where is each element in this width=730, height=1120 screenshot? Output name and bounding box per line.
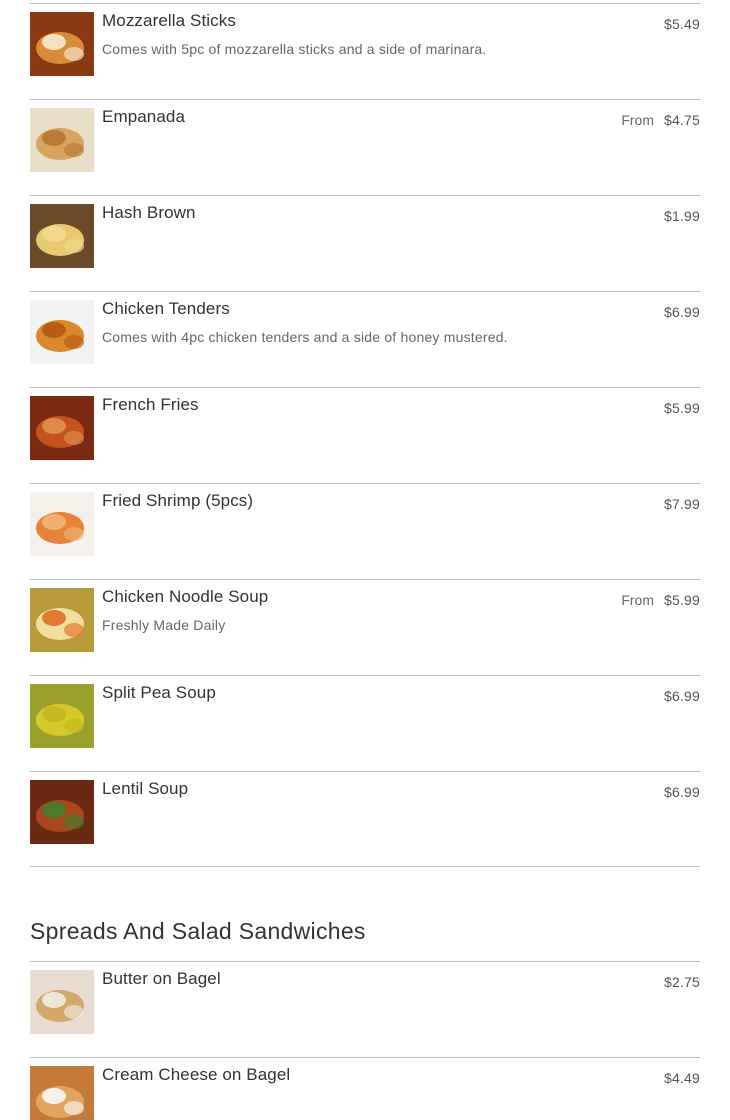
menu-item[interactable]: Empanada From $4.75 xyxy=(30,99,700,195)
item-price: $7.99 xyxy=(663,496,700,512)
item-name[interactable]: French Fries xyxy=(102,395,199,415)
menu-item[interactable]: Fried Shrimp (5pcs) $7.99 xyxy=(30,483,700,579)
menu-list-spreads: Butter on Bagel $2.75 Cream Cheese on Bage… xyxy=(30,961,700,1120)
item-description: Freshly Made Daily xyxy=(102,617,226,633)
item-price: $6.99 xyxy=(663,688,700,704)
item-photo[interactable] xyxy=(30,970,94,1034)
item-photo[interactable] xyxy=(30,684,94,748)
menu-item[interactable]: Hash Brown $1.99 xyxy=(30,195,700,291)
menu-item[interactable]: Mozzarella Sticks Comes with 5pc of mozza… xyxy=(30,3,700,99)
menu-list: Mozzarella Sticks Comes with 5pc of mozza… xyxy=(30,3,700,867)
item-photo[interactable] xyxy=(30,396,94,460)
menu-item[interactable]: Cream Cheese on Bagel $4.49 xyxy=(30,1057,700,1120)
item-price: $5.99 xyxy=(663,592,700,608)
item-price: $5.99 xyxy=(663,400,700,416)
item-name[interactable]: Cream Cheese on Bagel xyxy=(102,1065,290,1085)
price-from-label: From xyxy=(621,112,654,128)
item-photo[interactable] xyxy=(30,300,94,364)
menu-item[interactable]: Chicken Noodle Soup Freshly Made Daily Fro… xyxy=(30,579,700,675)
item-name[interactable]: Mozzarella Sticks xyxy=(102,11,236,31)
item-price: $6.99 xyxy=(663,784,700,800)
item-name[interactable]: Split Pea Soup xyxy=(102,683,216,703)
item-price: $2.75 xyxy=(663,974,700,990)
item-photo[interactable] xyxy=(30,12,94,76)
menu-item[interactable]: Lentil Soup $6.99 xyxy=(30,771,700,867)
price-from-label: From xyxy=(621,592,654,608)
item-photo[interactable] xyxy=(30,1066,94,1120)
section-title: Spreads And Salad Sandwiches xyxy=(30,918,366,944)
item-name[interactable]: Fried Shrimp (5pcs) xyxy=(102,491,253,511)
item-name[interactable]: Chicken Noodle Soup xyxy=(102,587,268,607)
item-price: $1.99 xyxy=(663,208,700,224)
item-photo[interactable] xyxy=(30,108,94,172)
item-price: $4.75 xyxy=(663,112,700,128)
item-description: Comes with 5pc of mozzarella sticks and … xyxy=(102,41,487,57)
item-photo[interactable] xyxy=(30,780,94,844)
item-price: $4.49 xyxy=(663,1070,700,1086)
item-photo[interactable] xyxy=(30,492,94,556)
menu-item[interactable]: Chicken Tenders Comes with 4pc chicken te… xyxy=(30,291,700,387)
item-price: $5.49 xyxy=(663,16,700,32)
menu-item[interactable]: French Fries $5.99 xyxy=(30,387,700,483)
item-photo[interactable] xyxy=(30,204,94,268)
item-price: $6.99 xyxy=(663,304,700,320)
item-name[interactable]: Hash Brown xyxy=(102,203,196,223)
menu-item[interactable]: Split Pea Soup $6.99 xyxy=(30,675,700,771)
item-name[interactable]: Butter on Bagel xyxy=(102,969,221,989)
item-name[interactable]: Lentil Soup xyxy=(102,779,188,799)
menu-item[interactable]: Butter on Bagel $2.75 xyxy=(30,961,700,1057)
item-name[interactable]: Empanada xyxy=(102,107,185,127)
item-name[interactable]: Chicken Tenders xyxy=(102,299,230,319)
item-photo[interactable] xyxy=(30,588,94,652)
item-description: Comes with 4pc chicken tenders and a sid… xyxy=(102,329,508,345)
